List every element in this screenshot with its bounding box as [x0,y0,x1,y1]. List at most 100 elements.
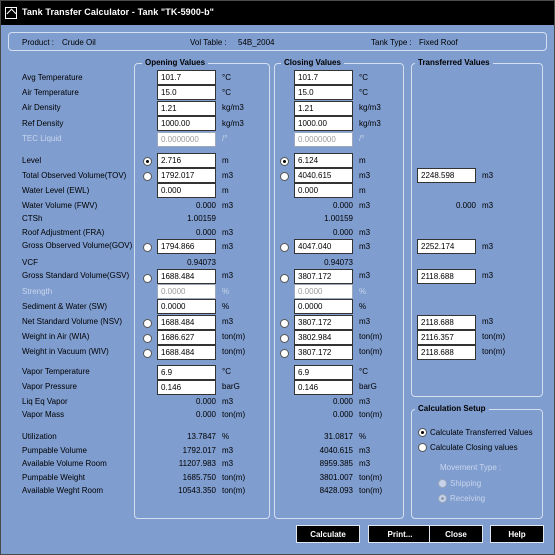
opening-wiv-unit: ton(m) [222,347,246,356]
closing-air-temperature-input[interactable]: 15.0 [294,85,353,100]
opening-wiv-radio[interactable] [143,349,152,358]
label-vcf: VCF [22,258,38,267]
close-button[interactable]: Close [429,525,483,543]
calc-transferred-radio[interactable] [418,428,427,437]
print-button[interactable]: Print... [368,525,432,543]
shipping-radio [438,479,447,488]
label-fra: Roof Adjustment (FRA) [22,228,105,237]
tank-type-value: Fixed Roof [419,38,458,47]
closing-gov-unit: m3 [359,242,371,251]
closing-level-input[interactable]: 6.124 [294,153,353,168]
opening-avg-temperature-input[interactable]: 101.7 [157,70,216,85]
label-vapor-pressure: Vapor Pressure [22,382,77,391]
opening-vapor-pressure-input[interactable]: 0.146 [157,380,216,395]
closing-tov-radio[interactable] [280,172,289,181]
calc-closing-radio[interactable] [418,443,427,452]
opening-strength-input: 0.0000 [157,284,216,299]
opening-available-volume-room-unit: m3 [222,459,234,468]
closing-sw-input[interactable]: 0.0000 [294,299,353,314]
opening-wia-input[interactable]: 1686.627 [157,330,216,345]
label-ewl: Water Level (EWL) [22,186,90,195]
closing-vapor-pressure-input[interactable]: 0.146 [294,380,353,395]
shipping-label: Shipping [450,479,482,488]
label-tec-liquid: TEC Liquid [22,134,62,143]
transferred-values-header: Transferred Values [415,58,493,67]
opening-vapor-temperature-unit: °C [222,367,231,376]
closing-wia-radio[interactable] [280,334,289,343]
opening-tov-radio[interactable] [143,172,152,181]
opening-gsv-radio[interactable] [143,274,152,283]
opening-pumpable-weight-value: 1685.750 [182,473,216,482]
transferred-gov-value: 2252.174 [417,239,476,254]
closing-air-temperature-unit: °C [359,88,368,97]
opening-gov-unit: m3 [222,242,234,251]
opening-sw-input[interactable]: 0.0000 [157,299,216,314]
calc-closing-label[interactable]: Calculate Closing values [430,443,518,452]
opening-ref-density-input[interactable]: 1000.00 [157,116,216,131]
closing-available-weight-room-unit: ton(m) [359,486,383,495]
opening-gsv-unit: m3 [222,271,234,280]
opening-air-temperature-input[interactable]: 15.0 [157,85,216,100]
closing-wiv-input[interactable]: 3807.172 [294,345,353,360]
closing-available-volume-room-value: 8959.385 [319,459,353,468]
label-wiv: Weight in Vacuum (WIV) [22,347,109,356]
closing-wiv-radio[interactable] [280,349,289,358]
label-vapor-temperature: Vapor Temperature [22,367,90,376]
closing-air-density-input[interactable]: 1.21 [294,101,353,116]
vol-table-value: 54B_2004 [238,38,275,47]
tank-type-label: Tank Type : [371,38,412,47]
closing-nsv-radio[interactable] [280,319,289,328]
opening-wiv-input[interactable]: 1688.484 [157,345,216,360]
opening-vapor-temperature-input[interactable]: 6.9 [157,365,216,380]
closing-tov-input[interactable]: 4040.615 [294,168,353,183]
closing-ref-density-input[interactable]: 1000.00 [294,116,353,131]
calculate-button[interactable]: Calculate [296,525,360,543]
opening-strength-unit: % [222,287,230,296]
opening-gov-input[interactable]: 1794.866 [157,239,216,254]
closing-ewl-unit: m [359,186,366,195]
opening-tov-input[interactable]: 1792.017 [157,168,216,183]
product-label: Product : [22,38,55,47]
closing-utilization-value: 31.0817 [324,432,353,441]
closing-gsv-radio[interactable] [280,274,289,283]
opening-fwv-value: 0.000 [195,201,216,210]
calc-transferred-label[interactable]: Calculate Transferred Values [430,428,533,437]
label-ctsh: CTSh [22,214,43,223]
opening-level-radio[interactable] [143,157,152,166]
opening-liq-eq-vapor-unit: m3 [222,397,234,406]
transferred-nsv-unit: m3 [482,317,494,326]
product-value: Crude Oil [62,38,96,47]
closing-ewl-input[interactable]: 0.000 [294,183,353,198]
closing-vcf-value: 0.94073 [324,258,353,267]
opening-ewl-input[interactable]: 0.000 [157,183,216,198]
closing-fra-value: 0.000 [332,228,353,237]
label-pumpable-volume: Pumpable Volume [22,446,87,455]
transferred-tov-value: 2248.598 [417,168,476,183]
opening-fra-unit: m3 [222,228,234,237]
closing-wia-input[interactable]: 3802.984 [294,330,353,345]
closing-gov-input[interactable]: 4047.040 [294,239,353,254]
closing-gsv-input[interactable]: 3807.172 [294,269,353,284]
closing-nsv-input[interactable]: 3807.172 [294,315,353,330]
opening-gov-radio[interactable] [143,243,152,252]
opening-gsv-input[interactable]: 1688.484 [157,269,216,284]
receiving-label: Receiving [450,494,486,503]
closing-vapor-temperature-input[interactable]: 6.9 [294,365,353,380]
opening-fwv-unit: m3 [222,201,234,210]
opening-nsv-input[interactable]: 1688.484 [157,315,216,330]
closing-avg-temperature-input[interactable]: 101.7 [294,70,353,85]
help-button[interactable]: Help [490,525,544,543]
closing-ctsh-value: 1.00159 [324,214,353,223]
opening-level-input[interactable]: 2.716 [157,153,216,168]
closing-utilization-unit: % [359,432,367,441]
closing-wia-unit: ton(m) [359,332,383,341]
closing-tec-liquid-unit: /° [359,134,365,143]
opening-air-density-input[interactable]: 1.21 [157,101,216,116]
closing-gov-radio[interactable] [280,243,289,252]
opening-wia-radio[interactable] [143,334,152,343]
closing-level-radio[interactable] [280,157,289,166]
opening-pumpable-volume-value: 1792.017 [182,446,216,455]
opening-nsv-radio[interactable] [143,319,152,328]
closing-available-weight-room-value: 8428.093 [319,486,353,495]
label-strength: Strength [22,287,53,296]
